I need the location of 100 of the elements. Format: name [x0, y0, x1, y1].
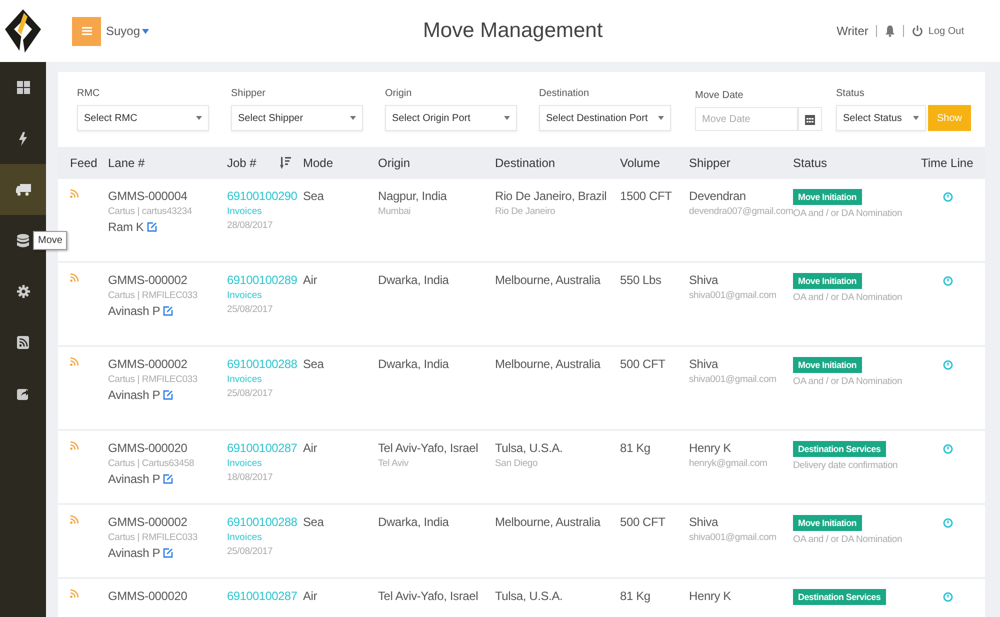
volume-text: 1500 CFT [620, 189, 672, 203]
column-header: Origin [378, 156, 410, 170]
rss-icon[interactable] [70, 189, 79, 198]
shipper-name: Henry K [689, 589, 731, 603]
account-text: Cartus | Cartus63458 [108, 458, 194, 469]
volume-text: 550 Lbs [620, 273, 662, 287]
edit-icon[interactable] [163, 548, 174, 558]
select-dropdown[interactable]: Select Origin Port [385, 105, 517, 131]
column-header: Shipper [689, 156, 730, 170]
menu-icon [82, 26, 92, 36]
clock-icon[interactable] [943, 592, 953, 602]
status-badge: Move Initiation [793, 515, 862, 531]
clock-icon[interactable] [943, 360, 953, 370]
column-header: Job # [227, 156, 256, 170]
account-text: Cartus | RMFILEC033 [108, 532, 198, 543]
table-row[interactable]: GMMS-000002 Cartus | RMFILEC033 Avinash P 69100100288 Invoices 25/08/2017 Sea Dwarka, India Melbourne, Australia 500 CFT Shiva shiva001@gmail.com Move Initiation OA and / or DA Nomination [58, 347, 985, 431]
destination-text: Melbourne, Australia [495, 273, 600, 287]
column-header: Time Line [921, 156, 974, 170]
edit-icon[interactable] [163, 390, 174, 400]
select-dropdown[interactable]: Select Shipper [231, 105, 363, 131]
column-header: Feed [70, 156, 98, 170]
shipper-name: Henry K [689, 441, 731, 455]
table-row[interactable]: GMMS-000002 Cartus | RMFILEC033 Avinash P 69100100289 Invoices 25/08/2017 Air Dwarka, India Melbourne, Australia 550 Lbs Shiva shiva001@gmail.com Move Initiation OA and / or DA Nomination [58, 263, 985, 347]
account-text: Cartus | cartus43234 [108, 206, 192, 217]
coordinator-name: Avinash P [108, 472, 160, 486]
bell-icon[interactable] [885, 25, 896, 37]
mode-text: Sea [303, 515, 324, 529]
filter-label: Shipper [231, 88, 266, 99]
rss-icon[interactable] [70, 589, 79, 598]
sidebar-item[interactable] [0, 164, 46, 215]
account-text: Cartus | RMFILEC033 [108, 290, 198, 301]
table-row[interactable]: GMMS-000020 69100100287 Air Tel Aviv-Yafo, Israel Tulsa, U.S.A. 81 Kg Henry K Destination Services [58, 579, 985, 617]
status-badge: Destination Services [793, 589, 886, 605]
lane-number: GMMS-000002 [108, 357, 188, 371]
edit-icon[interactable] [163, 306, 174, 316]
rss-icon[interactable] [70, 357, 79, 366]
job-date: 28/08/2017 [227, 220, 273, 231]
caret-icon [142, 28, 150, 34]
caret-icon [658, 116, 664, 120]
filter-label: Move Date [695, 90, 744, 101]
select-dropdown[interactable]: Select Status [836, 105, 926, 131]
volume-text: 500 CFT [620, 515, 666, 529]
volume-text: 81 Kg [620, 441, 650, 455]
rss-icon[interactable] [70, 441, 79, 450]
date-field[interactable]: Move Date [695, 107, 798, 131]
shipper-name: Shiva [689, 357, 718, 371]
rss-icon[interactable] [70, 273, 79, 282]
shipper-email: henryk@gmail.com [689, 458, 768, 469]
select-dropdown[interactable]: Select RMC [77, 105, 209, 131]
status-badge: Move Initiation [793, 189, 862, 205]
destination-text: Rio De Janeiro, Brazil [495, 189, 607, 203]
volume-text: 81 Kg [620, 589, 650, 603]
origin-city: Mumbai [378, 206, 411, 217]
origin-city: Tel Aviv [378, 458, 408, 469]
clock-icon[interactable] [943, 444, 953, 454]
volume-text: 500 CFT [620, 357, 666, 371]
destination-city: Rio De Janeiro [495, 206, 556, 217]
column-header: Lane # [108, 156, 145, 170]
clock-icon[interactable] [943, 192, 953, 202]
truck-icon [16, 184, 30, 196]
edit-icon[interactable] [163, 474, 174, 484]
filter-label: Origin [385, 88, 413, 99]
select-dropdown[interactable]: Select Destination Port [539, 105, 671, 131]
user-dropdown[interactable]: Suyog [106, 24, 150, 38]
column-header: Mode [303, 156, 334, 170]
table-row[interactable]: GMMS-000002 Cartus | RMFILEC033 Avinash P 69100100288 Invoices 25/08/2017 Sea Dwarka, India Melbourne, Australia 500 CFT Shiva shiva001@gmail.com Move Initiation OA and / or DA Nomination [58, 505, 985, 579]
origin-text: Dwarka, India [378, 273, 449, 287]
lane-number: GMMS-000020 [108, 441, 188, 455]
mode-text: Air [303, 273, 318, 287]
menu-button[interactable] [72, 16, 101, 46]
filter-label: Status [836, 88, 866, 99]
origin-text: Nagpur, India [378, 189, 447, 203]
coordinator-name: Avinash P [108, 546, 160, 560]
logo-icon [5, 8, 41, 54]
shipper-name: Devendran [689, 189, 746, 203]
tooltip: Move [33, 231, 68, 250]
job-date: 18/08/2017 [227, 472, 273, 483]
lane-number: GMMS-000002 [108, 515, 188, 529]
caret-icon [196, 116, 202, 120]
origin-text: Dwarka, India [378, 515, 449, 529]
caret-icon [504, 116, 510, 120]
mode-text: Sea [303, 357, 324, 371]
shipper-email: shiva001@gmail.com [689, 374, 776, 385]
sort-icon[interactable] [280, 157, 291, 169]
clock-icon[interactable] [943, 276, 953, 286]
destination-city: San Diego [495, 458, 538, 469]
status-note: OA and / or DA Nomination [793, 292, 902, 303]
calendar-button[interactable] [798, 107, 822, 131]
edit-icon[interactable] [146, 222, 157, 232]
rss-icon[interactable] [70, 515, 79, 524]
destination-text: Melbourne, Australia [495, 357, 600, 371]
status-note: OA and / or DA Nomination [793, 534, 902, 545]
bolt-icon [19, 132, 27, 146]
column-header: Volume [620, 156, 660, 170]
filter-label: RMC [77, 88, 101, 99]
logout-button[interactable]: Log Out [912, 25, 964, 37]
shipper-email: shiva001@gmail.com [689, 532, 776, 543]
lane-number: GMMS-000004 [108, 189, 188, 203]
caret-icon [913, 116, 919, 120]
clock-icon[interactable] [943, 518, 953, 528]
